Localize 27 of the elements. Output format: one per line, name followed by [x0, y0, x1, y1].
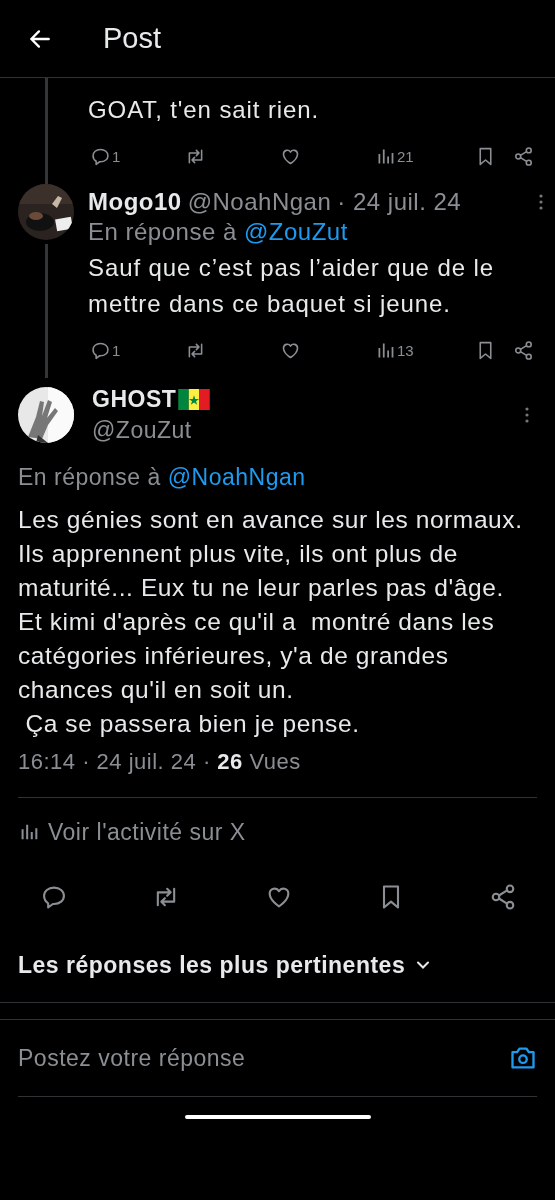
reply-context: En réponse à [88, 218, 237, 245]
activity-link[interactable]: Voir l'activité sur X [48, 818, 246, 846]
reply-text: GOAT, t'en sait rien. [88, 95, 321, 125]
user-name: GHOST [92, 386, 177, 413]
action-count: 21 [397, 147, 414, 165]
action-count: 1 [112, 147, 121, 165]
action-count: 13 [397, 341, 414, 359]
share-icon[interactable] [489, 883, 517, 911]
action-count: 1 [112, 341, 121, 359]
user-handle: @NoahNgan [187, 188, 332, 216]
post-meta: 16:14 · 24 juil. 24 · 26 Vues [18, 749, 302, 775]
flag-icon [178, 389, 211, 410]
sort-dropdown[interactable]: Les réponses les plus pertinentes [18, 951, 406, 979]
reply-input[interactable]: Postez votre réponse [18, 1044, 509, 1072]
share-icon[interactable] [513, 339, 534, 361]
user-name: Mogo10 [88, 188, 182, 216]
mention-link[interactable]: @NoahNgan [167, 464, 306, 490]
mention-link[interactable]: @ZouZut [243, 218, 348, 245]
more-options-icon[interactable] [539, 194, 543, 210]
reply-text: Sauf que c’est pas l’aider que de le mettre dans ce baquet si jeune. [88, 253, 495, 319]
more-options-icon[interactable] [525, 407, 529, 423]
post-date: · 24 juil. 24 [337, 188, 462, 216]
reply-context: En réponse à [18, 464, 161, 490]
post-text: Les génies sont en avance sur les normaux. Ils apprennent plus vite, ils ont plus de maturité... Eux tu ne leur parles pas d'âge. Et kimi d'après ce qu'il a montré dans les catégories inférieures, y'a de grandes chances qu'il en soit un. Ça se passera bien je pense. [18, 505, 524, 739]
user-handle: @ZouZut [92, 417, 193, 444]
page-title: Post [103, 22, 162, 55]
share-icon[interactable] [513, 145, 534, 167]
